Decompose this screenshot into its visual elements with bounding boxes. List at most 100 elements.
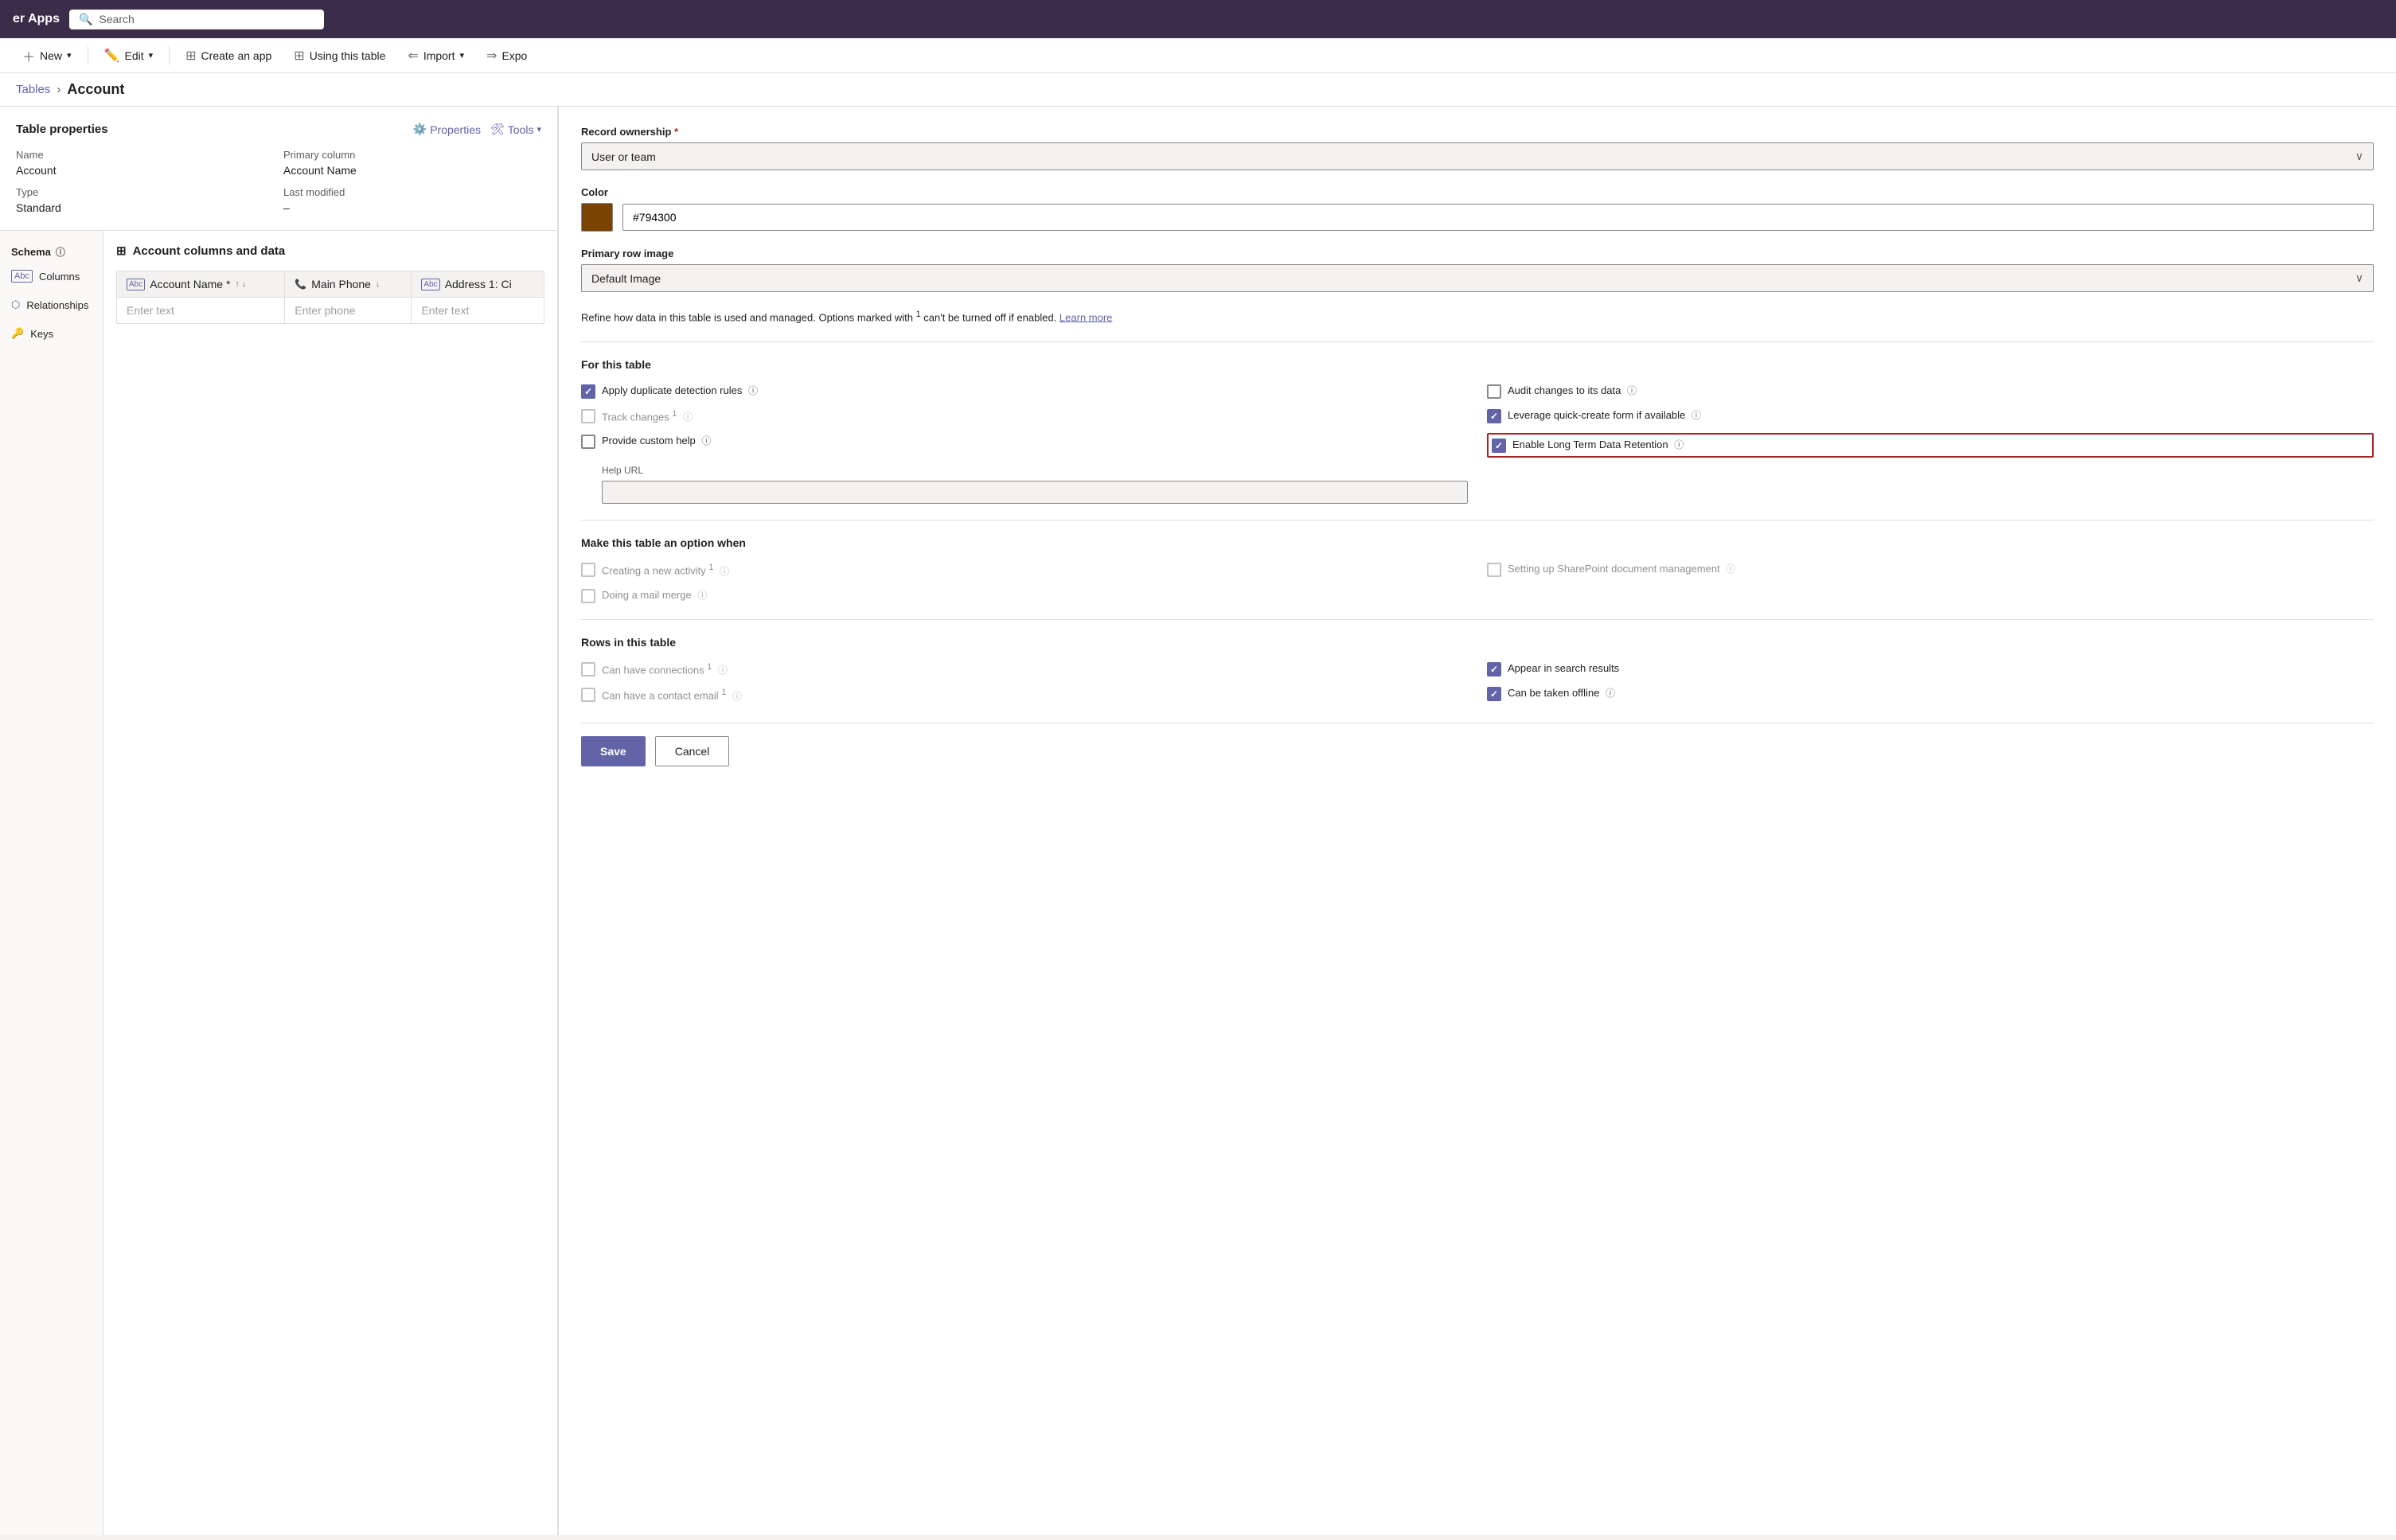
edit-button[interactable]: ✏️ Edit ▾ — [95, 43, 163, 68]
for-this-table-title: For this table — [581, 358, 2374, 371]
search-icon: 🔍 — [79, 13, 92, 26]
track-changes-checkbox[interactable] — [581, 409, 595, 423]
data-area: ⊞ Account columns and data Abc Account N… — [103, 231, 557, 1535]
sort-icon-2[interactable]: ↓ — [376, 279, 380, 289]
make-col1: Creating a new activity 1 ⓘ Doing a mail… — [581, 562, 1468, 603]
cell-main-phone[interactable]: Enter phone — [285, 298, 412, 324]
schema-nav-columns[interactable]: Abc Columns — [0, 262, 103, 290]
learn-more-link[interactable]: Learn more — [1059, 311, 1112, 323]
contact-email-info[interactable]: ⓘ — [732, 691, 742, 702]
audit-changes-label: Audit changes to its data ⓘ — [1508, 384, 1637, 398]
data-table: Abc Account Name * ↑ ↓ 📞 Main Phone ↓ — [116, 271, 544, 324]
col-address[interactable]: Abc Address 1: Ci — [412, 271, 544, 298]
schema-data-area: Schema ⓘ Abc Columns ⬡ Relationships 🔑 K… — [0, 231, 557, 1535]
import-button[interactable]: ⇐ Import ▾ — [398, 43, 474, 68]
record-ownership-dropdown[interactable]: User or team ∨ — [581, 142, 2374, 170]
help-url-area: Help URL — [581, 465, 1468, 504]
tools-icon: 🛠 — [490, 123, 505, 136]
divider-rows — [581, 619, 2374, 620]
action-buttons: Save Cancel — [581, 723, 2374, 766]
contact-email-label: Can have a contact email 1 ⓘ — [602, 687, 742, 704]
taken-offline-checkbox[interactable] — [1487, 687, 1501, 701]
properties-link[interactable]: ⚙️ Properties — [413, 123, 481, 136]
mail-merge-row: Doing a mail merge ⓘ — [581, 588, 1468, 603]
breadcrumb: Tables › Account — [0, 73, 2396, 107]
for-this-table-section: For this table Apply duplicate detection… — [581, 358, 2374, 505]
using-table-button[interactable]: ⊞ Using this table — [284, 43, 395, 68]
breadcrumb-parent[interactable]: Tables — [16, 83, 50, 96]
schema-nav-keys[interactable]: 🔑 Keys — [0, 319, 103, 348]
schema-nav-relationships[interactable]: ⬡ Relationships — [0, 290, 103, 319]
leverage-quick-row: Leverage quick-create form if available … — [1487, 408, 2374, 423]
type-prop: Type Standard — [16, 186, 274, 214]
enable-ltdr-row: Enable Long Term Data Retention ⓘ — [1492, 438, 2369, 453]
connections-info[interactable]: ⓘ — [718, 665, 728, 676]
cell-account-name[interactable]: Enter text — [117, 298, 285, 324]
col-header-content-1: Abc Account Name * ↑ ↓ — [127, 278, 275, 290]
divider-for-this-table — [581, 341, 2374, 342]
col-main-phone[interactable]: 📞 Main Phone ↓ — [285, 271, 412, 298]
schema-sidebar: Schema ⓘ Abc Columns ⬡ Relationships 🔑 K… — [0, 231, 103, 1535]
rows-col1: Can have connections 1 ⓘ Can have a cont… — [581, 661, 1468, 704]
export-button[interactable]: ⇒ Expo — [477, 43, 537, 68]
chevron-down-ownership: ∨ — [2355, 150, 2363, 163]
make-option-options: Creating a new activity 1 ⓘ Doing a mail… — [581, 562, 2374, 603]
appear-search-row: Appear in search results — [1487, 661, 2374, 676]
col-main-phone-label: Main Phone — [311, 278, 371, 290]
taken-offline-info[interactable]: ⓘ — [1606, 688, 1615, 699]
sort-icon[interactable]: ↑ ↓ — [235, 279, 246, 289]
enable-ltdr-label: Enable Long Term Data Retention ⓘ — [1512, 438, 1684, 452]
creating-activity-info[interactable]: ⓘ — [720, 566, 729, 577]
contact-email-checkbox[interactable] — [581, 688, 595, 702]
connections-label: Can have connections 1 ⓘ — [602, 661, 728, 678]
main-layout: Table properties ⚙️ Properties 🛠 Tools ▾… — [0, 107, 2396, 1535]
tools-link[interactable]: 🛠 Tools ▾ — [490, 123, 541, 136]
enable-ltdr-highlighted: Enable Long Term Data Retention ⓘ — [1487, 433, 2374, 458]
save-button[interactable]: Save — [581, 736, 646, 766]
mail-merge-label: Doing a mail merge ⓘ — [602, 588, 707, 602]
mail-merge-checkbox[interactable] — [581, 589, 595, 603]
search-box[interactable]: 🔍 Search — [69, 10, 324, 29]
col-account-name[interactable]: Abc Account Name * ↑ ↓ — [117, 271, 285, 298]
left-panel: Table properties ⚙️ Properties 🛠 Tools ▾… — [0, 107, 557, 1535]
appear-search-checkbox[interactable] — [1487, 662, 1501, 676]
creating-activity-checkbox[interactable] — [581, 563, 595, 577]
color-swatch[interactable] — [581, 203, 613, 232]
appear-search-label: Appear in search results — [1508, 661, 1619, 676]
track-changes-label: Track changes 1 ⓘ — [602, 408, 693, 425]
provide-help-checkbox[interactable] — [581, 435, 595, 449]
table-icon: ⊞ — [294, 48, 304, 64]
new-button[interactable]: ＋ New ▾ — [13, 41, 81, 70]
enable-ltdr-checkbox[interactable] — [1492, 439, 1506, 453]
primary-row-image-dropdown[interactable]: Default Image ∨ — [581, 264, 2374, 292]
taken-offline-label: Can be taken offline ⓘ — [1508, 686, 1615, 700]
col-header-content-2: 📞 Main Phone ↓ — [295, 278, 401, 290]
provide-help-info[interactable]: ⓘ — [701, 435, 711, 446]
sharepoint-info[interactable]: ⓘ — [1726, 563, 1735, 575]
leverage-quick-info[interactable]: ⓘ — [1692, 410, 1701, 421]
apply-dup-checkbox[interactable] — [581, 384, 595, 399]
audit-changes-checkbox[interactable] — [1487, 384, 1501, 399]
enable-ltdr-info[interactable]: ⓘ — [1674, 439, 1684, 450]
leverage-quick-label: Leverage quick-create form if available … — [1508, 408, 1701, 423]
leverage-quick-checkbox[interactable] — [1487, 409, 1501, 423]
apply-dup-info[interactable]: ⓘ — [748, 385, 758, 396]
sharepoint-checkbox[interactable] — [1487, 563, 1501, 577]
cell-address[interactable]: Enter text — [412, 298, 544, 324]
connections-checkbox[interactable] — [581, 662, 595, 676]
track-changes-info[interactable]: ⓘ — [683, 411, 693, 423]
primary-row-image-group: Primary row image Default Image ∨ — [581, 248, 2374, 292]
create-app-button[interactable]: ⊞ Create an app — [176, 43, 281, 68]
sharepoint-row: Setting up SharePoint document managemen… — [1487, 562, 2374, 577]
creating-activity-row: Creating a new activity 1 ⓘ — [581, 562, 1468, 579]
mail-merge-info[interactable]: ⓘ — [697, 590, 707, 601]
color-row — [581, 203, 2374, 232]
app-title: er Apps — [13, 12, 60, 26]
help-url-input[interactable] — [602, 481, 1468, 504]
track-changes-row: Track changes 1 ⓘ — [581, 408, 1468, 425]
cancel-button[interactable]: Cancel — [655, 736, 730, 766]
color-input[interactable] — [622, 204, 2374, 231]
chevron-down-image: ∨ — [2355, 271, 2363, 285]
audit-changes-info[interactable]: ⓘ — [1627, 385, 1637, 396]
table-properties-title: Table properties — [16, 123, 108, 136]
